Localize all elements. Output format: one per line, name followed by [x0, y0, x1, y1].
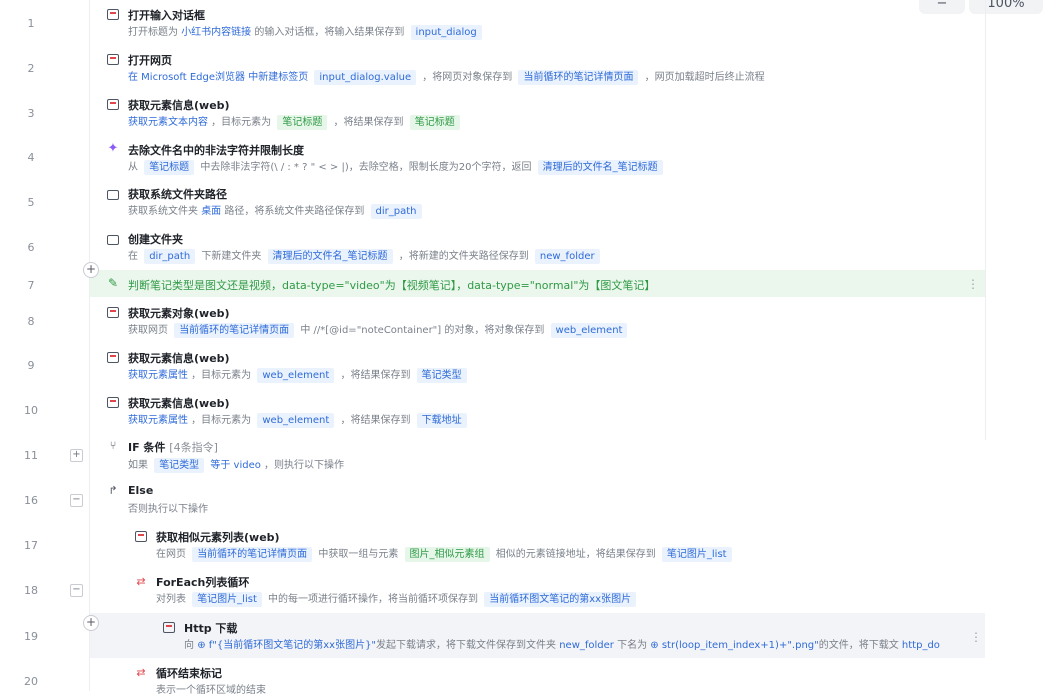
step-desc: 向 ⊕ f"{当前循环图文笔记的第xx张图片}"发起下载请求，将下载文件保存到文… — [184, 640, 940, 651]
gutter-divider — [89, 0, 90, 691]
loop-end-icon: ⇄ — [136, 666, 146, 679]
step-title: IF 条件 [4条指令] — [128, 441, 218, 454]
step-desc: 获取系统文件夹 桌面 路径，将系统文件夹路径保存到 dir_path — [128, 202, 425, 219]
line-number: 18 — [24, 584, 38, 597]
step-title: 获取元素信息(web) — [128, 99, 230, 112]
collapse-toggle[interactable]: − — [70, 584, 83, 597]
comment-icon: ✎ — [107, 276, 119, 290]
loop-icon: ⇄ — [136, 575, 146, 588]
step-desc: 如果 笔记类型 等于 video ，则执行以下操作 — [128, 458, 345, 473]
more-icon[interactable]: ⋮ — [970, 630, 1031, 644]
insert-step-button[interactable]: + — [83, 615, 99, 631]
web-element-icon — [107, 352, 119, 363]
step-title: 创建文件夹 — [128, 233, 183, 246]
step-title: 打开网页 — [128, 54, 172, 67]
browser-icon — [107, 54, 119, 65]
line-number: 10 — [24, 404, 38, 417]
step-desc: 获取元素文本内容 ，目标元素为 笔记标题 ，将结果保存到 笔记标题 — [128, 113, 463, 130]
zoom-out-button[interactable]: − — [919, 0, 965, 14]
line-number: 9 — [27, 359, 35, 372]
line-number: 1 — [27, 17, 35, 30]
step-title: 循环结束标记 — [156, 667, 222, 680]
line-number: 3 — [27, 107, 35, 120]
line-number: 17 — [24, 539, 38, 552]
step-desc: 从 笔记标题 中去除非法字符(\ / : * ? " < > |)，去除空格，限… — [128, 158, 666, 175]
line-number: 20 — [24, 675, 38, 688]
step-desc: 在 Microsoft Edge浏览器 中新建标签页 input_dialog.… — [128, 70, 765, 85]
step-title: ForEach列表循环 — [156, 576, 250, 589]
right-divider — [985, 0, 986, 440]
dialog-icon — [107, 9, 119, 20]
more-icon[interactable]: ⋮ — [967, 277, 1031, 291]
step-title: 获取相似元素列表(web) — [156, 531, 280, 544]
step-title: Http 下载 — [184, 622, 238, 635]
download-icon — [163, 622, 175, 633]
step-title: Else — [128, 484, 154, 497]
step-title: 获取元素信息(web) — [128, 352, 230, 365]
line-number: 7 — [27, 279, 35, 292]
insert-step-button[interactable]: + — [83, 262, 99, 278]
step-title: 去除文件名中的非法字符并限制长度 — [128, 144, 304, 157]
zoom-level[interactable]: 100% — [969, 0, 1043, 14]
step-desc: 打开标题为 小红书内容链接 的输入对话框，将输入结果保存到 input_dial… — [128, 23, 485, 40]
zoom-level-text: 100% — [987, 0, 1025, 11]
step-desc: 表示一个循环区域的结束 — [156, 685, 266, 696]
step-desc: 对列表 笔记图片_list 中的每一项进行循环操作，将当前循环项保存到 当前循环… — [156, 590, 639, 607]
step-desc: 获取元素属性 ，目标元素为 web_element ，将结果保存到 下载地址 — [128, 411, 470, 428]
web-element-icon — [107, 397, 119, 408]
step-desc: 否则执行以下操作 — [128, 504, 208, 515]
folder-icon — [107, 190, 119, 200]
line-number: 5 — [27, 196, 35, 209]
web-element-icon — [107, 99, 119, 110]
step-title: 打开输入对话框 — [128, 9, 205, 22]
step-desc: 在网页 当前循环的笔记详情页面 中获取一组与元素 图片_相似元素组 相似的元素链… — [156, 545, 735, 562]
collapse-toggle[interactable]: − — [70, 494, 83, 507]
step-desc: 在 dir_path 下新建文件夹 清理后的文件名_笔记标题 ，将新建的文件夹路… — [128, 247, 603, 264]
step-desc: 获取元素属性 ，目标元素为 web_element ，将结果保存到 笔记类型 — [128, 366, 470, 383]
sparkle-icon: ✦ — [107, 141, 119, 156]
step-desc: 获取网页 当前循环的笔记详情页面 中 //*[@id="noteContaine… — [128, 321, 630, 338]
line-number: 4 — [27, 151, 35, 164]
comment-text: 判断笔记类型是图文还是视频，data-type="video"为【视频笔记】，d… — [128, 279, 656, 292]
step-title: 获取元素对象(web) — [128, 307, 230, 320]
else-branch-icon: ↱ — [108, 484, 118, 497]
line-number: 8 — [27, 315, 35, 328]
step-title: 获取系统文件夹路径 — [128, 188, 227, 201]
line-number: 2 — [27, 62, 35, 75]
folder-plus-icon — [107, 235, 119, 245]
web-list-icon — [135, 531, 147, 542]
web-object-icon — [107, 307, 119, 318]
line-number: 16 — [24, 494, 38, 507]
line-number: 11 — [24, 449, 38, 462]
line-number: 19 — [24, 630, 38, 643]
branch-icon: ⑂ — [109, 439, 117, 452]
step-title: 获取元素信息(web) — [128, 397, 230, 410]
line-number: 6 — [27, 241, 35, 254]
zoom-out-label: − — [936, 0, 948, 11]
expand-toggle[interactable]: + — [70, 449, 83, 462]
